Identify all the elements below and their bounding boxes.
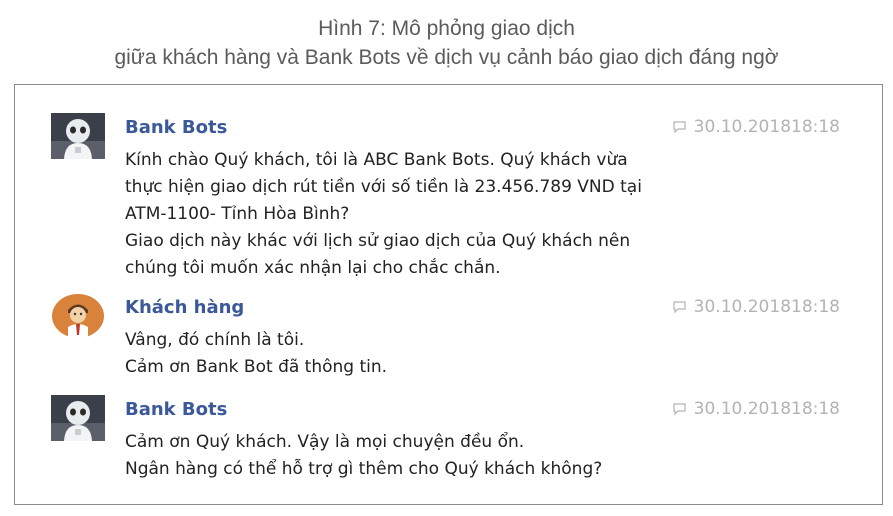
message-line: Kính chào Quý khách, tôi là ABC Bank Bot…: [125, 150, 628, 170]
timestamp-text: 30.10.201818:18: [693, 399, 840, 419]
robot-avatar-icon: [51, 113, 105, 159]
message-line: Giao dịch này khác với lịch sử giao dịch…: [125, 231, 631, 251]
sender-name: Bank Bots: [125, 117, 228, 138]
message-body: Vâng, đó chính là tôi. Cảm ơn Bank Bot đ…: [125, 327, 387, 381]
message-timestamp: 30.10.201818:18: [673, 297, 840, 317]
chat-bubble-icon: [673, 301, 686, 313]
customer-avatar-icon: [51, 293, 105, 339]
message-timestamp: 30.10.201818:18: [673, 399, 840, 419]
sender-name: Bank Bots: [125, 399, 228, 420]
message-line: ATM-1100- Tỉnh Hòa Bình?: [125, 204, 350, 224]
message-line: Vâng, đó chính là tôi.: [125, 330, 305, 350]
timestamp-text: 30.10.201818:18: [693, 297, 840, 317]
message-line: Ngân hàng có thể hỗ trợ gì thêm cho Quý …: [125, 459, 603, 479]
message-line: Cảm ơn Bank Bot đã thông tin.: [125, 357, 388, 377]
caption-line-1: Hình 7: Mô phỏng giao dịch: [318, 17, 575, 40]
chat-window: Bank Bots 30.10.201818:18 Kính chào Quý …: [14, 84, 883, 505]
message-line: thực hiện giao dịch rút tiền với số tiền…: [125, 177, 642, 197]
caption-line-2: giữa khách hàng và Bank Bots về dịch vụ …: [114, 46, 779, 69]
timestamp-text: 30.10.201818:18: [693, 117, 840, 137]
chat-bubble-icon: [673, 403, 686, 415]
message-body: Kính chào Quý khách, tôi là ABC Bank Bot…: [125, 147, 642, 282]
chat-bubble-icon: [673, 121, 686, 133]
message-body: Cảm ơn Quý khách. Vậy là mọi chuyện đều …: [125, 429, 602, 483]
sender-name: Khách hàng: [125, 297, 245, 318]
figure-caption: Hình 7: Mô phỏng giao dịch giữa khách hà…: [0, 14, 893, 72]
robot-avatar-icon: [51, 395, 105, 441]
message-timestamp: 30.10.201818:18: [673, 117, 840, 137]
message-line: chúng tôi muốn xác nhận lại cho chắc chắ…: [125, 258, 501, 278]
message-line: Cảm ơn Quý khách. Vậy là mọi chuyện đều …: [125, 432, 525, 452]
